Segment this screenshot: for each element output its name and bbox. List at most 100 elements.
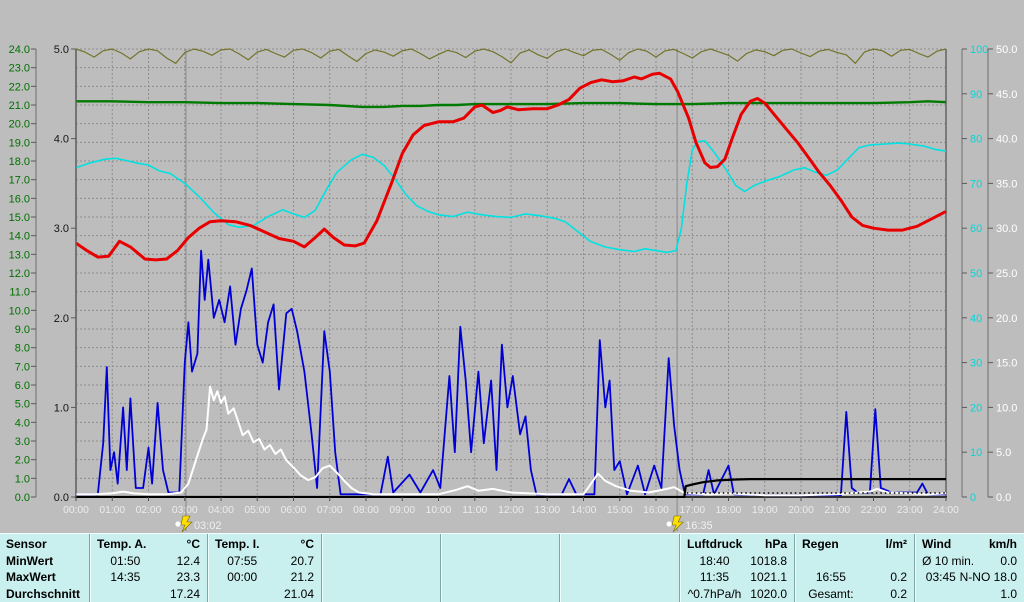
stats-cell-value: 20.7 [269,554,314,568]
axis-tick-label: 4.0 [15,417,30,429]
stats-cell-wind: Ø 10 min.0.0 [914,553,1024,569]
stats-cell-luftdruck: LuftdruckhPa [679,534,794,553]
stats-table: SensorTemp. A.°CTemp. I.°CLuftdruckhPaRe… [0,533,1024,602]
stats-cell-left: 03:45 [922,570,960,584]
axis-tick-label: 22:00 [861,505,887,516]
weather-dashboard: Mittwoch, 31.05.2023 Jarz Erich °C l/m² … [0,0,1024,602]
axis-tick-label: 40 [970,313,982,325]
stats-cell-value: km/h [974,537,1017,551]
stats-cell-regen: Regenl/m² [794,534,914,553]
stats-cell-luftdruck: 18:401018.8 [679,553,794,569]
stats-cell-value: 12.4 [154,554,200,568]
axis-tick-label: 24.0 [9,44,30,56]
stats-row-label: Sensor [0,534,89,553]
axis-tick-label: 3.0 [54,223,69,235]
axis-tick-label: 20:00 [788,505,814,516]
stats-cell-left: Ø 10 min. [922,554,974,568]
axis-tick-label: 14:00 [571,505,597,516]
axis-tick-label: 0.0 [54,492,69,504]
axis-tick-label: 10.0 [996,402,1017,414]
axis-tick-label: 02:00 [136,505,162,516]
axis-tick-label: 18.0 [9,156,30,168]
marker-dot-icon [667,521,672,526]
stats-cell-value: 1.0 [974,587,1017,601]
stats-cell-left: 00:00 [215,570,269,584]
axis-tick-label: 06:00 [281,505,307,516]
axis-tick-label: 5.0 [54,44,69,56]
axis-tick-label: 20 [970,402,982,414]
stats-row-label: MinWert [0,553,89,569]
axis-tick-label: 03:02 [194,520,222,532]
axis-tick-label: 60 [970,223,982,235]
stats-cell-temp-a-: 14:3523.3 [89,569,207,585]
stats-cell-value: l/m² [860,537,907,551]
axis-tick-label: 15.0 [996,358,1017,370]
axis-tick-label: 2.0 [54,313,69,325]
axis-tick-label: 1.0 [15,473,30,485]
stats-cell-value: 23.3 [154,570,200,584]
axis-tick-label: 12:00 [498,505,524,516]
stats-cell-left: Luftdruck [687,537,742,551]
stats-cell-left: Regen [802,537,860,551]
axis-tick-label: 17:00 [679,505,705,516]
stats-cell-value: 17.24 [154,587,200,601]
axis-tick-label: 14.0 [9,231,30,243]
stats-cell-temp-a-: Temp. A.°C [89,534,207,553]
stats-cell-temp-a-: 01:5012.4 [89,553,207,569]
axis-tick-label: 30.0 [996,223,1017,235]
axis-tick-label: 13.0 [9,249,30,261]
stats-cell-empty [559,534,679,553]
stats-row-label: Durchschnitt [0,585,89,602]
stats-cell-value: 1018.8 [742,554,787,568]
axis-tick-label: 18:00 [716,505,742,516]
weather-chart-svg: 24.023.022.021.020.019.018.017.016.015.0… [0,0,1024,533]
stats-row-label: MaxWert [0,569,89,585]
stats-cell-value: 1021.1 [742,570,787,584]
axis-tick-label: 20.0 [996,313,1017,325]
stats-cell-left: 14:35 [97,570,154,584]
stats-cell-empty [440,553,559,569]
stats-cell-left: 01:50 [97,554,154,568]
stats-cell-value: N-NO 18.0 [960,570,1017,584]
axis-tick-label: 9.0 [15,324,30,336]
axis-tick-label: 1.0 [54,402,69,414]
stats-cell-temp-i-: 00:0021.2 [207,569,321,585]
axis-tick-label: 5.0 [15,399,30,411]
stats-cell-temp-i-: 21.04 [207,585,321,602]
axis-tick-label: 23:00 [897,505,923,516]
axis-tick-label: 19:00 [752,505,778,516]
axis-tick-label: 24:00 [933,505,959,516]
stats-cell-empty [559,569,679,585]
stats-cell-value: 21.04 [269,587,314,601]
axis-tick-label: 4.0 [54,134,69,146]
axis-tick-label: 100 [970,44,988,56]
stats-cell-wind: 1.0 [914,585,1024,602]
stats-cell-empty [321,553,440,569]
axis-tick-label: 35.0 [996,178,1017,190]
axis-tick-label: 6.0 [15,380,30,392]
axis-tick-label: 90 [970,89,982,101]
stats-cell-empty [321,585,440,602]
axis-tick-label: 16.0 [9,193,30,205]
axis-tick-label: 0.0 [15,492,30,504]
stats-cell-luftdruck: ^0.7hPa/h1020.0 [679,585,794,602]
stats-cell-value: 21.2 [269,570,314,584]
axis-tick-label: 04:00 [208,505,234,516]
stats-cell-left: 18:40 [687,554,742,568]
axis-tick-label: 25.0 [996,268,1017,280]
stats-cell-regen: 16:550.2 [794,569,914,585]
stats-cell-left: Gesamt: [802,587,860,601]
stats-cell-value: 1020.0 [742,587,787,601]
stats-cell-value: °C [154,537,200,551]
axis-tick-label: 21:00 [824,505,850,516]
axis-tick-label: 15.0 [9,212,30,224]
stats-cell-left: ^0.7hPa/h [687,587,742,601]
axis-tick-label: 03:00 [172,505,198,516]
stats-cell-temp-i-: Temp. I.°C [207,534,321,553]
axis-tick-label: 5.0 [996,447,1011,459]
axis-tick-label: 13:00 [534,505,560,516]
axis-tick-label: 8.0 [15,343,30,355]
stats-cell-temp-i-: 07:5520.7 [207,553,321,569]
axis-tick-label: 01:00 [99,505,125,516]
stats-cell-value: 0.0 [974,554,1017,568]
